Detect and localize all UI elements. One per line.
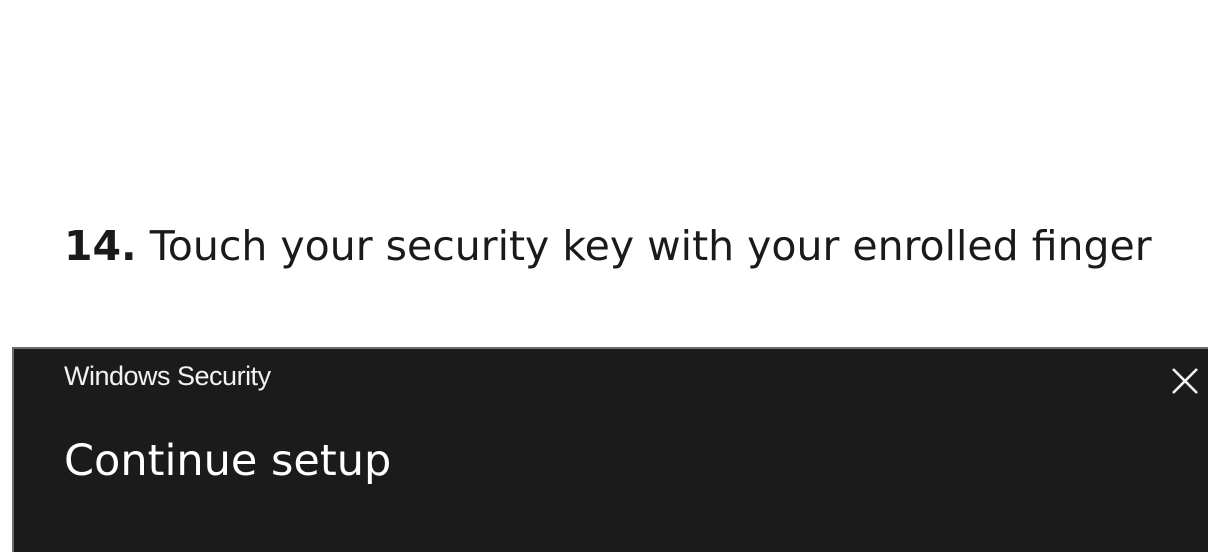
step-text: Touch your security key with your enroll…	[149, 222, 1152, 270]
step-number: 14.	[64, 222, 137, 270]
page: 14. Touch your security key with your en…	[0, 0, 1208, 552]
instruction-line: 14. Touch your security key with your en…	[64, 220, 1152, 272]
windows-security-dialog: Windows Security Continue setup	[12, 347, 1208, 552]
dialog-window-title: Windows Security	[64, 361, 271, 391]
close-icon	[1172, 368, 1198, 394]
close-button[interactable]	[1164, 357, 1208, 401]
dialog-heading: Continue setup	[64, 436, 392, 486]
